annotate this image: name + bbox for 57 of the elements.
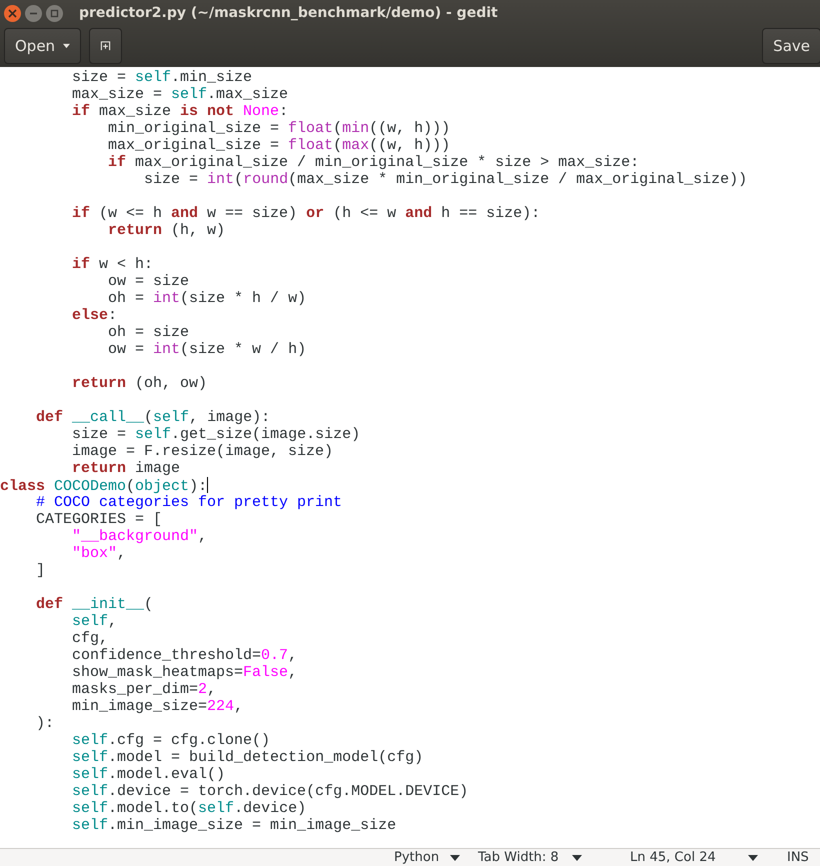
code-line: "__background", — [71, 528, 208, 545]
open-button[interactable]: Open — [4, 28, 81, 64]
code-line: if (w <= h and w == size) or (h <= w and h == size): — [71, 205, 542, 222]
code-line: CATEGORIES = [ — [35, 511, 164, 528]
caret-icon — [63, 43, 70, 49]
code-line: max_size = self.max_size — [71, 86, 290, 103]
code-line: if max_original_size / min_original_size * size > max_size: — [107, 154, 640, 171]
code-line: self, — [71, 613, 118, 630]
code-line: max_original_size = float(max((w, h))) — [107, 137, 452, 154]
code-line: return image — [71, 460, 182, 477]
code-line: self.device = torch.device(cfg.MODEL.DEVICE) — [71, 783, 470, 800]
code-line: oh = size — [107, 324, 190, 341]
code-line: cfg, — [71, 630, 110, 647]
code-line: else: — [71, 307, 118, 324]
code-line: self.model.eval() — [71, 766, 226, 783]
code-line: class COCODemo(object): — [0, 477, 210, 494]
code-line: def __call__(self, image): — [35, 409, 272, 426]
code-line: # COCO categories for pretty print — [35, 494, 344, 511]
code-line: size = self.get_size(image.size) — [71, 426, 362, 443]
code-line: ow = size — [107, 273, 190, 290]
status-dropdown[interactable]: Python — [394, 849, 460, 866]
window-title: predictor2.py (~/maskrcnn_benchmark/demo) - gedit — [79, 4, 498, 22]
code-line: if w < h: — [71, 256, 154, 273]
code-line: confidence_threshold=0.7, — [71, 647, 298, 664]
code-line: def __init__( — [35, 596, 154, 613]
code-line: self.model = build_detection_model(cfg) — [71, 749, 424, 766]
code-line: return (oh, ow) — [71, 375, 208, 392]
code-line: self.cfg = cfg.clone() — [71, 732, 272, 749]
code-line: size = int(round(max_size * min_original_size / max_original_size)) — [143, 171, 748, 188]
close-icon — [8, 8, 17, 18]
status-text: INS — [787, 849, 809, 866]
code-line: oh = int(size * h / w) — [108, 290, 308, 307]
code-line: min_image_size=224, — [71, 698, 244, 715]
code-line: size = self.min_size — [71, 69, 254, 86]
status-dropdown[interactable]: Tab Width: 8 — [478, 849, 582, 866]
code-line: min_original_size = float(min((w, h))) — [107, 120, 452, 137]
maximize-button[interactable] — [46, 4, 63, 22]
code-line: ): — [35, 715, 56, 732]
caret-icon — [450, 854, 460, 860]
new-tab-button[interactable] — [89, 28, 122, 64]
code-line: show_mask_heatmaps=False, — [71, 664, 298, 681]
save-button[interactable]: Save — [762, 28, 820, 64]
code-line: if max_size is not None: — [71, 103, 290, 120]
code-line: self.min_image_size = min_image_size — [71, 817, 398, 834]
code-line: image = F.resize(image, size) — [71, 443, 334, 460]
maximize-icon — [50, 8, 59, 18]
minimize-button[interactable] — [25, 4, 42, 22]
caret-icon — [748, 854, 758, 860]
code-line: ] — [35, 562, 46, 579]
code-line: return (h, w) — [107, 222, 226, 239]
status-dropdown[interactable]: Ln 45, Col 24 — [630, 849, 758, 866]
code-line: self.model.to(self.device) — [71, 800, 308, 817]
close-button[interactable] — [4, 4, 21, 22]
code-line: "box", — [71, 545, 128, 562]
caret-icon — [572, 854, 582, 860]
code-line: masks_per_dim=2, — [71, 681, 218, 698]
code-line: ow = int(size * w / h) — [107, 341, 308, 358]
